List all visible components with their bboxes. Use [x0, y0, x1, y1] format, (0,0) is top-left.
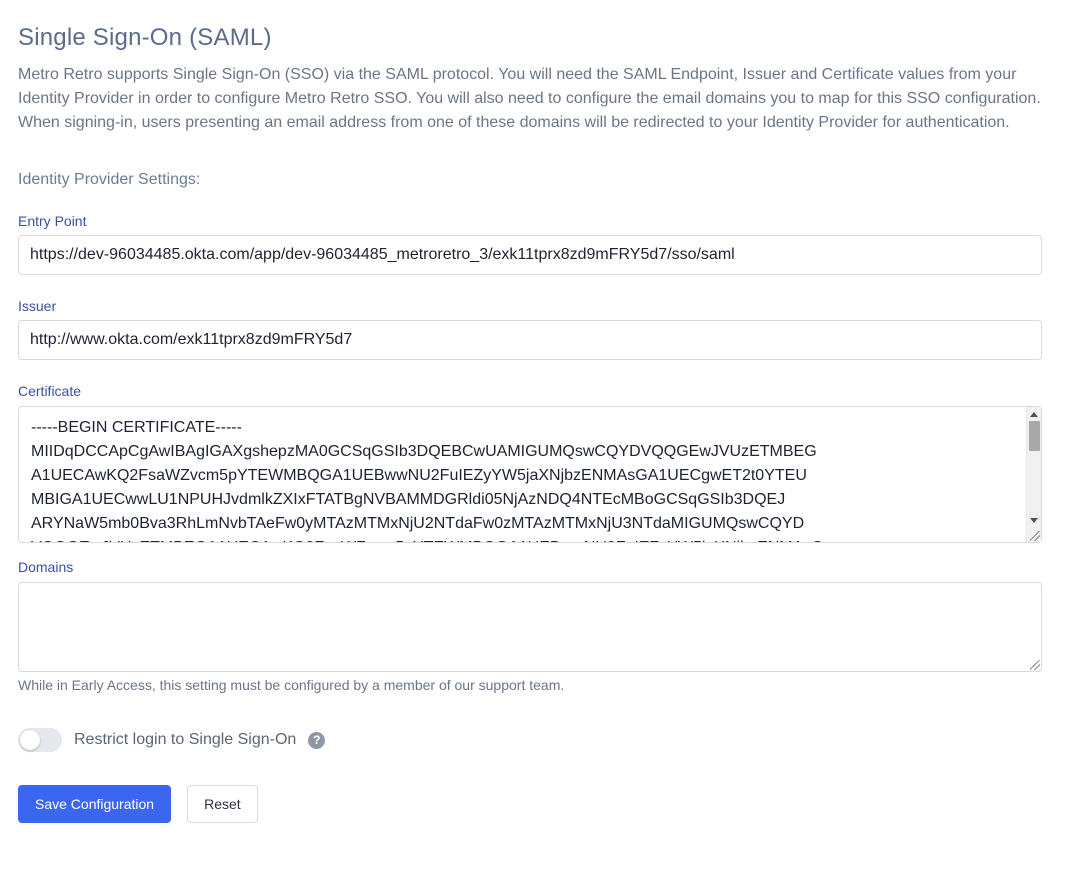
certificate-textarea[interactable] — [18, 406, 1042, 543]
toggle-knob — [20, 730, 40, 750]
sso-settings-page: Single Sign-On (SAML) Metro Retro suppor… — [0, 0, 1092, 823]
domains-field — [18, 582, 1042, 672]
scroll-down-arrow-icon[interactable] — [1030, 518, 1038, 523]
certificate-label: Certificate — [18, 383, 82, 399]
question-circle-icon[interactable]: ? — [308, 731, 326, 749]
scroll-up-arrow-icon[interactable] — [1030, 412, 1038, 417]
issuer-label: Issuer — [18, 298, 57, 314]
restrict-login-row: Restrict login to Single Sign-On ? — [18, 728, 1092, 752]
issuer-input[interactable] — [18, 320, 1042, 360]
restrict-login-label: Restrict login to Single Sign-On — [74, 731, 297, 748]
certificate-scrollbar[interactable] — [1026, 407, 1041, 542]
scroll-thumb[interactable] — [1029, 421, 1040, 451]
domains-textarea[interactable] — [18, 582, 1042, 672]
idp-settings-heading: Identity Provider Settings: — [18, 171, 201, 188]
resize-grip-icon[interactable] — [1030, 531, 1040, 541]
certificate-field — [18, 406, 1042, 543]
entry-point-input[interactable] — [18, 235, 1042, 275]
form-actions: Save Configuration Reset — [18, 785, 1092, 823]
restrict-login-toggle[interactable] — [18, 728, 62, 752]
save-configuration-button[interactable]: Save Configuration — [18, 785, 172, 823]
resize-grip-icon[interactable] — [1030, 660, 1040, 670]
page-description: Metro Retro supports Single Sign-On (SSO… — [18, 66, 1041, 131]
page-title: Single Sign-On (SAML) — [18, 24, 272, 51]
reset-button[interactable]: Reset — [187, 785, 258, 823]
domains-help-text: While in Early Access, this setting must… — [18, 677, 565, 693]
entry-point-label: Entry Point — [18, 213, 87, 229]
domains-label: Domains — [18, 559, 74, 575]
